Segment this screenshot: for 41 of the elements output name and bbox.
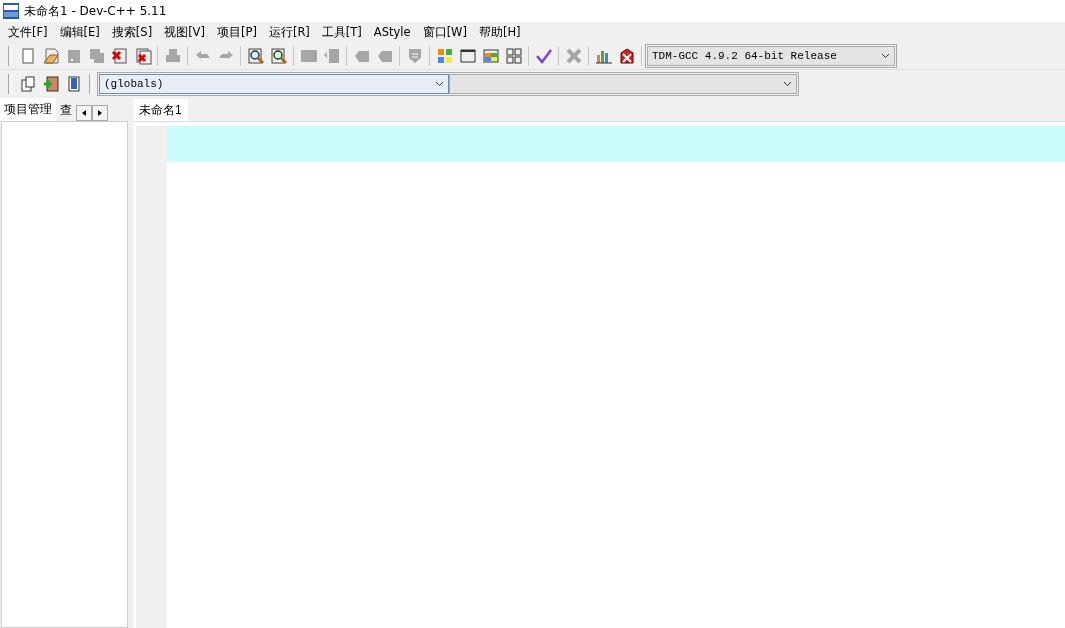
menu-item[interactable]: 文件[F]: [2, 24, 54, 40]
scope-dropdown[interactable]: (globals): [99, 74, 449, 94]
window-title: 未命名1 - Dev-C++ 5.11: [24, 2, 167, 20]
menu-item[interactable]: 工具[T]: [315, 24, 368, 40]
page-folder-icon: [41, 46, 60, 65]
panel-tab[interactable]: 项目管理: [0, 98, 56, 121]
add-file-icon: [41, 75, 60, 93]
compiler-dropdown[interactable]: TDM-GCC 4.9.2 64-bit Release: [647, 45, 895, 66]
menu-item[interactable]: 窗口[W]: [416, 24, 473, 40]
menu-item[interactable]: 帮助[H]: [473, 24, 527, 40]
unindent-icon: [322, 46, 341, 65]
class-icon: [18, 75, 37, 93]
colored-window-icon: [481, 46, 500, 65]
scroll-left-button[interactable]: [76, 105, 92, 121]
printer-icon: [163, 46, 182, 65]
chevron-down-icon: [881, 52, 890, 59]
grid-icon: [504, 46, 523, 65]
function-dropdown[interactable]: [449, 74, 797, 94]
magnifier-page-icon: [246, 46, 265, 65]
panel-tab[interactable]: 查: [56, 100, 76, 121]
tiles-icon: [435, 46, 454, 65]
app-logo-icon: [3, 3, 19, 19]
magnifier-page-icon: [269, 46, 288, 65]
cross-icon: [564, 46, 583, 65]
scroll-left-icon: [82, 110, 86, 116]
disks-icon: [87, 46, 106, 65]
menu-item[interactable]: 编辑[E]: [53, 24, 106, 40]
scroll-right-icon: [98, 110, 102, 116]
chevron-down-icon: [435, 81, 444, 87]
house-cross-icon: [617, 46, 636, 65]
menu-item[interactable]: 视图[V]: [158, 24, 211, 40]
menu-item[interactable]: 运行[R]: [262, 24, 316, 40]
menu-item[interactable]: AStyle: [367, 25, 417, 39]
menu-item[interactable]: 搜索[S]: [105, 24, 159, 40]
menu-item[interactable]: 项目[P]: [210, 24, 263, 40]
scroll-right-button[interactable]: [92, 105, 108, 121]
pages-cross-icon: [133, 46, 152, 65]
window-icon: [458, 46, 477, 65]
chevron-down-icon: [783, 81, 792, 87]
file-tab[interactable]: 未命名1: [133, 99, 188, 121]
page-cross-icon: [110, 46, 129, 65]
